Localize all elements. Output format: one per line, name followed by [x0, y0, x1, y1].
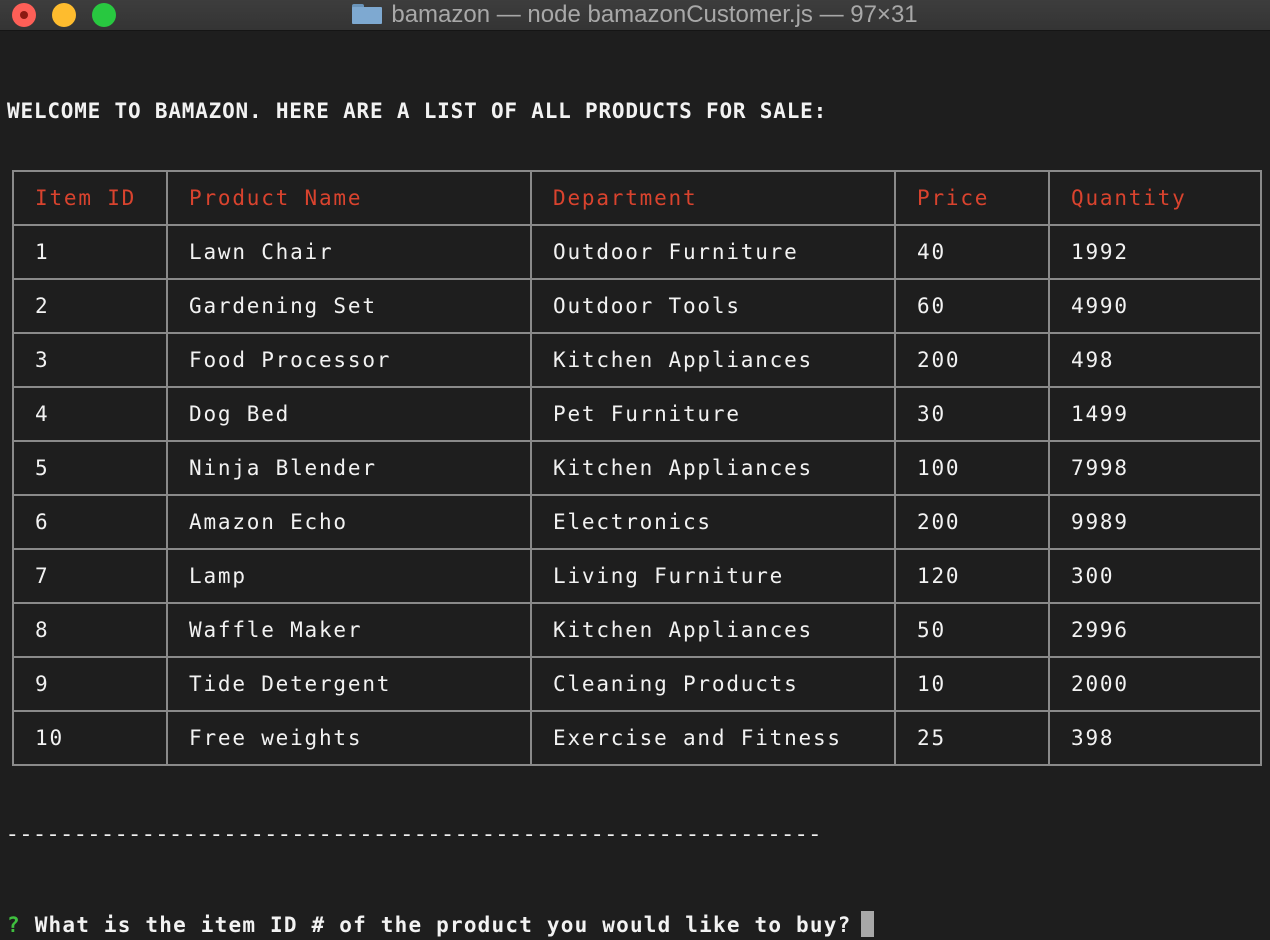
- table-row: 10 Free weights Exercise and Fitness 25 …: [12, 710, 1262, 766]
- item-id-cell: 5: [12, 440, 168, 496]
- item-id-cell: 1: [12, 224, 168, 280]
- table-row: 3 Food Processor Kitchen Appliances 200 …: [12, 332, 1262, 388]
- folder-icon: [352, 4, 383, 24]
- quantity-cell: 2996: [1048, 602, 1262, 658]
- column-header-department: Department: [530, 170, 896, 226]
- department-cell: Kitchen Appliances: [530, 602, 896, 658]
- price-cell: 10: [894, 656, 1050, 712]
- column-header-product-name: Product Name: [166, 170, 532, 226]
- quantity-cell: 398: [1048, 710, 1262, 766]
- item-id-cell: 10: [12, 710, 168, 766]
- price-cell: 200: [894, 494, 1050, 550]
- product-name-cell: Dog Bed: [166, 386, 532, 442]
- window-title: bamazon — node bamazonCustomer.js — 97×3…: [0, 0, 1270, 30]
- column-header-item-id: Item ID: [12, 170, 168, 226]
- department-cell: Exercise and Fitness: [530, 710, 896, 766]
- terminal-output[interactable]: WELCOME TO BAMAZON. HERE ARE A LIST OF A…: [0, 31, 1270, 937]
- product-name-cell: Gardening Set: [166, 278, 532, 334]
- item-id-cell: 3: [12, 332, 168, 388]
- product-name-cell: Ninja Blender: [166, 440, 532, 496]
- product-name-cell: Waffle Maker: [166, 602, 532, 658]
- divider-line: ----------------------------------------…: [6, 825, 823, 848]
- quantity-cell: 7998: [1048, 440, 1262, 496]
- product-name-cell: Food Processor: [166, 332, 532, 388]
- department-cell: Kitchen Appliances: [530, 332, 896, 388]
- table-row: 7 Lamp Living Furniture 120 300: [12, 548, 1262, 604]
- department-cell: Kitchen Appliances: [530, 440, 896, 496]
- department-cell: Electronics: [530, 494, 896, 550]
- quantity-cell: 300: [1048, 548, 1262, 604]
- price-cell: 25: [894, 710, 1050, 766]
- product-name-cell: Lawn Chair: [166, 224, 532, 280]
- price-cell: 200: [894, 332, 1050, 388]
- department-cell: Pet Furniture: [530, 386, 896, 442]
- product-name-cell: Free weights: [166, 710, 532, 766]
- item-id-cell: 9: [12, 656, 168, 712]
- item-id-cell: 4: [12, 386, 168, 442]
- price-cell: 60: [894, 278, 1050, 334]
- purchase-prompt[interactable]: ? What is the item ID # of the product y…: [7, 910, 875, 940]
- column-header-quantity: Quantity: [1048, 170, 1262, 226]
- text-cursor[interactable]: [861, 911, 875, 937]
- window-title-text: bamazon — node bamazonCustomer.js — 97×3…: [391, 1, 918, 28]
- item-id-cell: 6: [12, 494, 168, 550]
- table-row: 9 Tide Detergent Cleaning Products 10 20…: [12, 656, 1262, 712]
- column-header-price: Price: [894, 170, 1050, 226]
- table-row: 6 Amazon Echo Electronics 200 9989: [12, 494, 1262, 550]
- quantity-cell: 1992: [1048, 224, 1262, 280]
- quantity-cell: 1499: [1048, 386, 1262, 442]
- table-row: 1 Lawn Chair Outdoor Furniture 40 1992: [12, 224, 1262, 280]
- item-id-cell: 8: [12, 602, 168, 658]
- product-name-cell: Amazon Echo: [166, 494, 532, 550]
- price-cell: 50: [894, 602, 1050, 658]
- table-row: 8 Waffle Maker Kitchen Appliances 50 299…: [12, 602, 1262, 658]
- item-id-cell: 2: [12, 278, 168, 334]
- quantity-cell: 498: [1048, 332, 1262, 388]
- price-cell: 30: [894, 386, 1050, 442]
- department-cell: Outdoor Tools: [530, 278, 896, 334]
- price-cell: 100: [894, 440, 1050, 496]
- quantity-cell: 9989: [1048, 494, 1262, 550]
- product-name-cell: Lamp: [166, 548, 532, 604]
- table-header-row: Item ID Product Name Department Price Qu…: [12, 170, 1262, 226]
- products-table: Item ID Product Name Department Price Qu…: [12, 170, 1262, 766]
- department-cell: Cleaning Products: [530, 656, 896, 712]
- price-cell: 120: [894, 548, 1050, 604]
- table-row: 4 Dog Bed Pet Furniture 30 1499: [12, 386, 1262, 442]
- department-cell: Living Furniture: [530, 548, 896, 604]
- price-cell: 40: [894, 224, 1050, 280]
- window-titlebar: bamazon — node bamazonCustomer.js — 97×3…: [0, 0, 1270, 31]
- department-cell: Outdoor Furniture: [530, 224, 896, 280]
- table-row: 2 Gardening Set Outdoor Tools 60 4990: [12, 278, 1262, 334]
- table-row: 5 Ninja Blender Kitchen Appliances 100 7…: [12, 440, 1262, 496]
- item-id-cell: 7: [12, 548, 168, 604]
- prompt-question-mark: ?: [7, 913, 21, 937]
- quantity-cell: 4990: [1048, 278, 1262, 334]
- welcome-message: WELCOME TO BAMAZON. HERE ARE A LIST OF A…: [7, 99, 828, 123]
- quantity-cell: 2000: [1048, 656, 1262, 712]
- prompt-question: What is the item ID # of the product you…: [34, 913, 852, 937]
- product-name-cell: Tide Detergent: [166, 656, 532, 712]
